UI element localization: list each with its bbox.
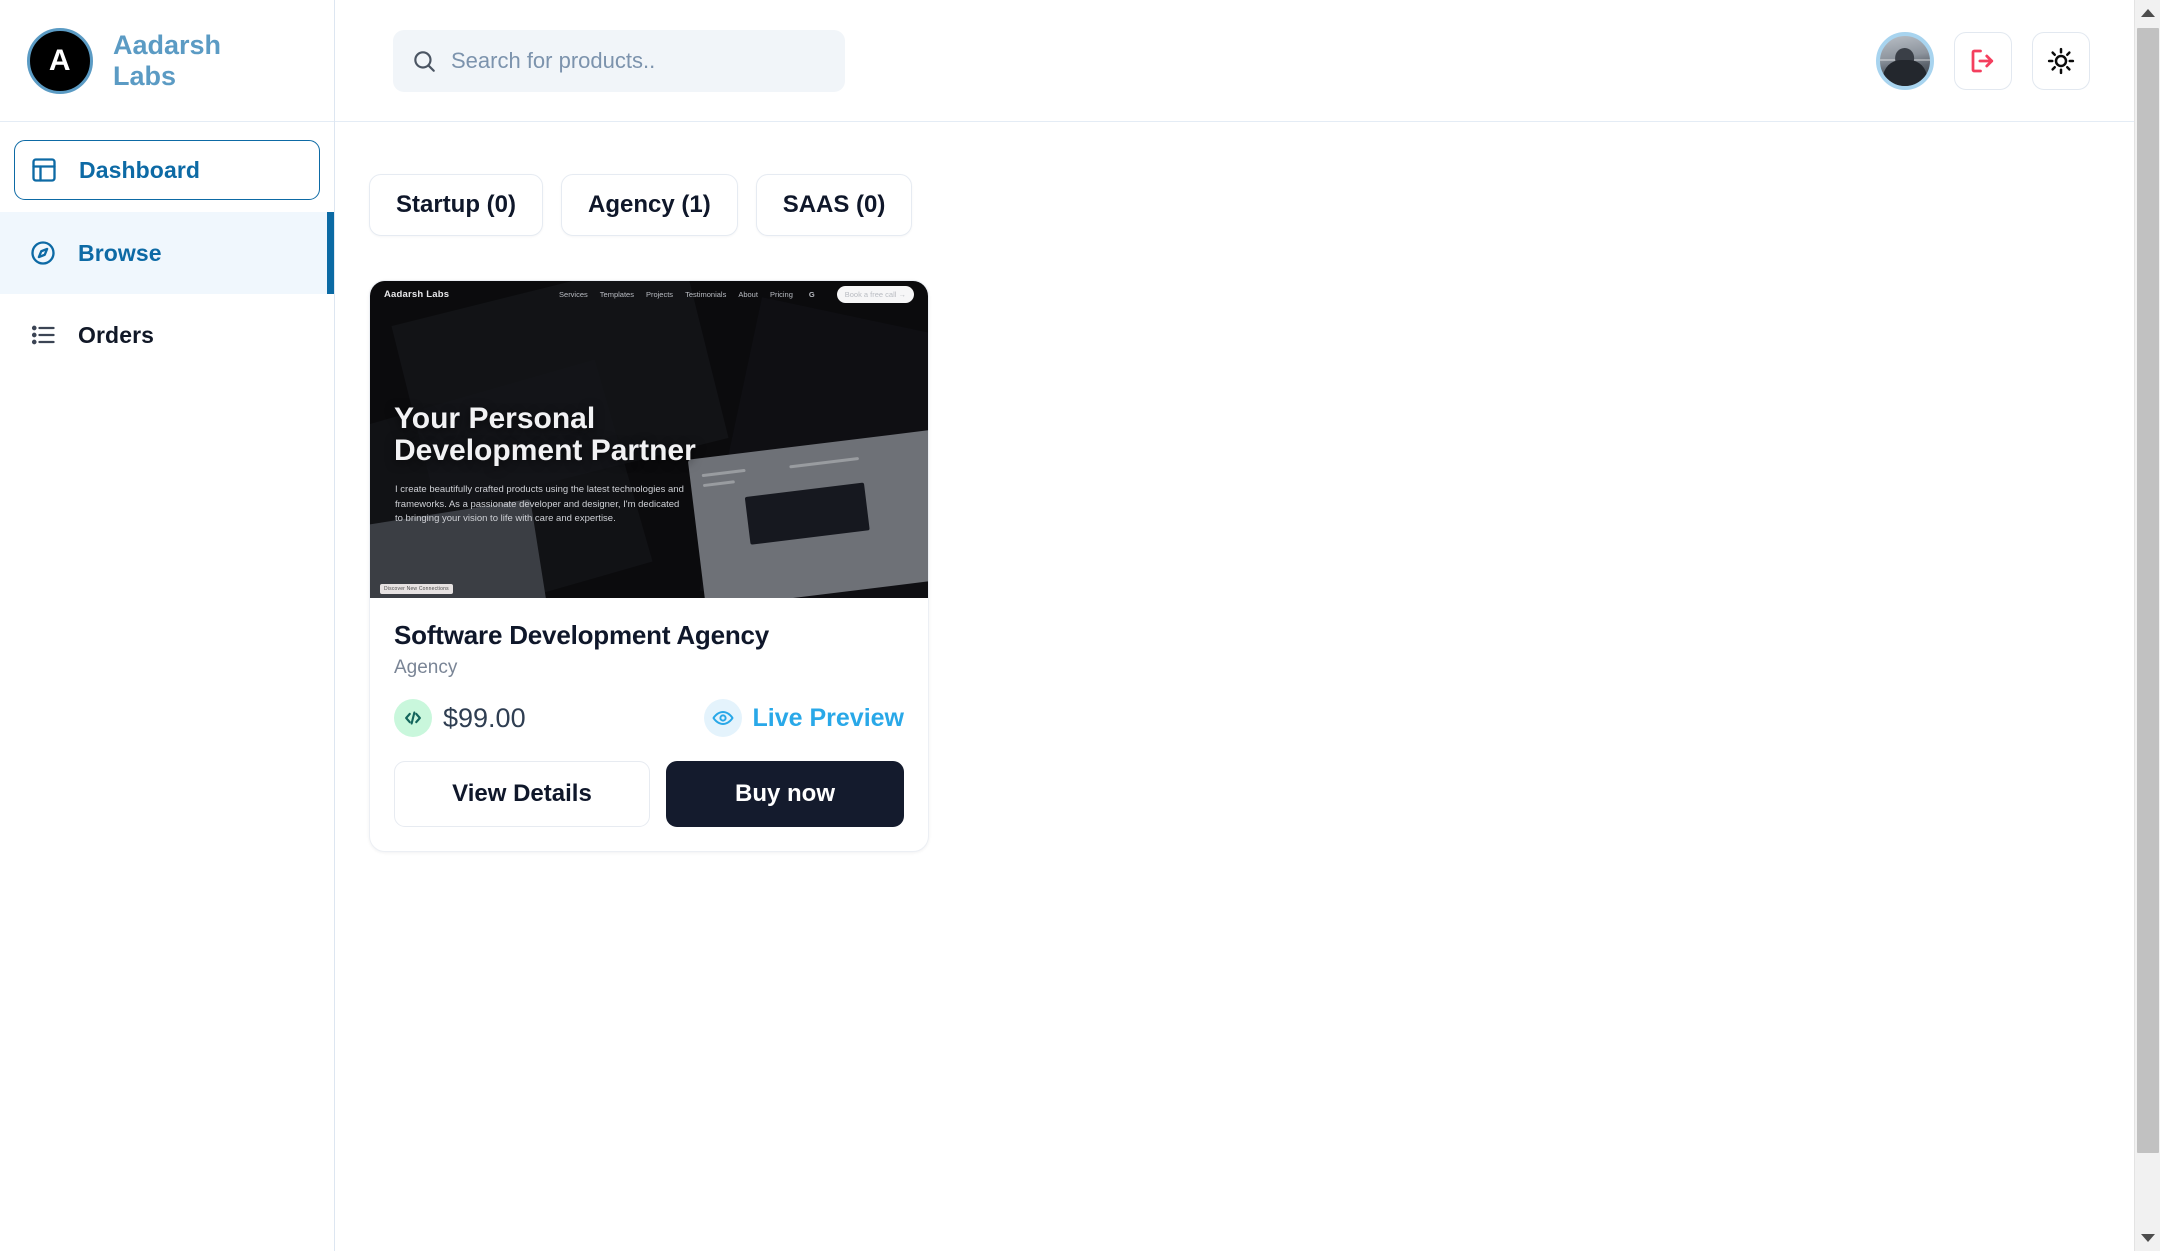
- thumb-nav-link: Services: [559, 289, 588, 299]
- brand-logo-letter: A: [48, 43, 72, 77]
- filter-chip-saas[interactable]: SAAS (0): [755, 174, 913, 236]
- avatar-body: [1883, 59, 1927, 86]
- brand-logo-icon: A: [27, 27, 93, 94]
- thumb-panel-inner: [744, 482, 870, 545]
- search-icon: [411, 48, 437, 74]
- sidebar-nav: Dashboard Browse Orders: [0, 122, 334, 376]
- filter-chip-startup[interactable]: Startup (0): [369, 174, 543, 236]
- layout-dashboard-icon: [29, 155, 59, 185]
- eye-icon: [703, 699, 742, 737]
- buy-now-button[interactable]: Buy now: [666, 761, 904, 827]
- sidebar-item-orders[interactable]: Orders: [0, 294, 334, 376]
- thumb-nav-link: Projects: [645, 289, 674, 299]
- thumb-panel-line: [702, 480, 735, 488]
- thumb-nav-link: Testimonials: [685, 289, 727, 299]
- sidebar: A Aadarsh Labs Dashboard Browse Orders: [0, 0, 335, 1251]
- thumb-hero-description: I create beautifully crafted products us…: [395, 484, 684, 525]
- search-bar[interactable]: [393, 29, 845, 92]
- brand-name: Aadarsh Labs: [113, 30, 222, 91]
- logout-icon: [1968, 46, 1998, 76]
- chevron-down-icon: [2141, 1234, 2155, 1242]
- thumb-nav-links: Services Templates Projects Testimonials…: [559, 285, 914, 303]
- scrollbar-thumb[interactable]: [2137, 28, 2159, 1153]
- sidebar-item-dashboard[interactable]: Dashboard: [14, 140, 320, 200]
- product-price-group: $99.00: [394, 699, 526, 737]
- view-details-button[interactable]: View Details: [394, 761, 650, 827]
- code-icon: [394, 699, 432, 737]
- product-card-body: Software Development Agency Agency $99.0…: [370, 598, 928, 851]
- sidebar-item-browse[interactable]: Browse: [0, 212, 334, 294]
- product-thumbnail[interactable]: Aadarsh Labs Services Templates Projects…: [370, 281, 928, 598]
- topbar: [335, 0, 2160, 122]
- sidebar-item-label: Dashboard: [79, 156, 201, 183]
- scrollbar-up-button[interactable]: [2135, 0, 2160, 26]
- thumb-panel-right: [687, 429, 928, 598]
- logout-button[interactable]: [1954, 31, 2012, 90]
- product-price-row: $99.00 Live Preview: [394, 699, 904, 737]
- thumb-panel-line: [701, 468, 746, 478]
- thumb-nav-link: Pricing: [769, 289, 793, 299]
- thumb-corner-badge: Discover New Connections: [380, 584, 453, 594]
- product-title: Software Development Agency: [394, 620, 770, 650]
- thumb-site-logo: Aadarsh Labs: [384, 288, 450, 300]
- sidebar-item-label: Browse: [78, 239, 162, 266]
- thumb-hero-title-line2: Development Partner: [394, 434, 696, 468]
- thumb-hero-title: Your Personal Development Partner: [394, 402, 696, 468]
- thumb-nav-link: About: [738, 289, 758, 299]
- scrollbar-down-button[interactable]: [2135, 1225, 2160, 1251]
- app-root: A Aadarsh Labs Dashboard Browse Orders S…: [0, 0, 2160, 1251]
- page-scrollbar[interactable]: [2134, 0, 2160, 1251]
- product-price: $99.00: [443, 702, 526, 733]
- live-preview-link[interactable]: Live Preview: [703, 699, 904, 737]
- thumb-hero-title-line1: Your Personal: [394, 402, 596, 435]
- product-actions: View Details Buy now: [394, 761, 904, 827]
- compass-icon: [28, 238, 58, 268]
- theme-toggle-button[interactable]: [2032, 31, 2090, 90]
- thumb-panel-line: [789, 456, 860, 469]
- thumb-site-nav: Aadarsh Labs Services Templates Projects…: [370, 281, 928, 307]
- live-preview-label: Live Preview: [752, 703, 904, 732]
- thumb-cta-button: Book a free call →: [836, 285, 914, 303]
- sun-icon: [2046, 46, 2076, 76]
- search-input[interactable]: [451, 47, 827, 74]
- topbar-actions: [1876, 31, 2124, 90]
- g-icon: G: [808, 289, 815, 299]
- brand[interactable]: A Aadarsh Labs: [0, 0, 334, 122]
- thumb-nav-link: Templates: [599, 289, 634, 299]
- content-area: Startup (0) Agency (1) SAAS (0) Aadarsh …: [335, 122, 2160, 1251]
- filter-chip-agency[interactable]: Agency (1): [561, 174, 738, 236]
- product-category: Agency: [394, 657, 458, 678]
- filter-chips: Startup (0) Agency (1) SAAS (0): [369, 174, 2160, 236]
- main-area: Startup (0) Agency (1) SAAS (0): [335, 0, 2160, 1251]
- avatar[interactable]: [1876, 31, 1934, 90]
- product-card[interactable]: Aadarsh Labs Services Templates Projects…: [369, 280, 929, 852]
- sidebar-item-label: Orders: [78, 321, 155, 348]
- thumb-shape-b: [391, 281, 729, 511]
- chevron-up-icon: [2140, 9, 2155, 17]
- list-icon: [28, 320, 58, 350]
